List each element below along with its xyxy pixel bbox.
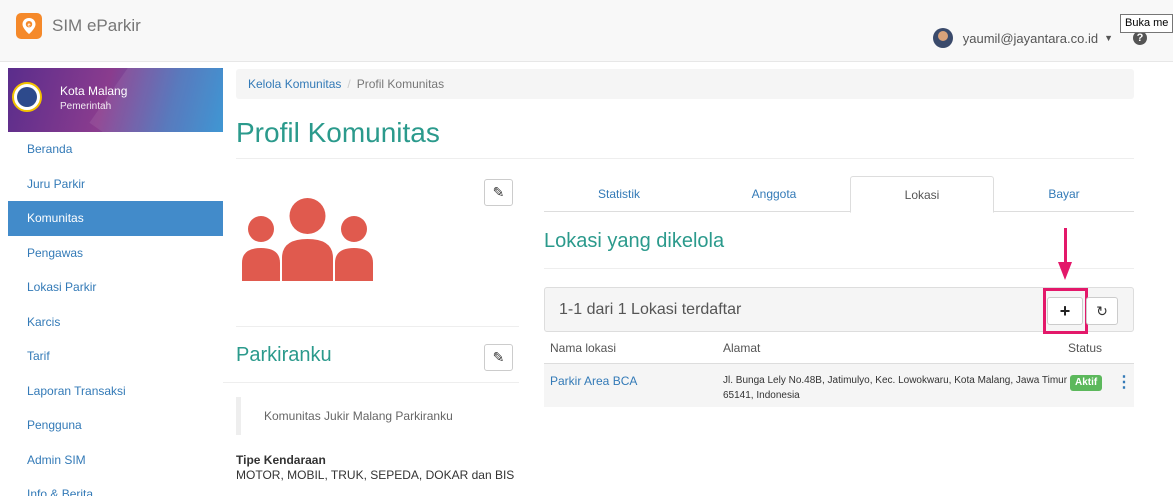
brand[interactable]: e SIM eParkir (16, 13, 141, 39)
refresh-button[interactable]: ↻ (1086, 297, 1118, 325)
divider (544, 268, 1134, 269)
breadcrumb-separator: / (347, 77, 351, 91)
sidebar-item-juru-parkir[interactable]: Juru Parkir (8, 167, 223, 202)
annotation-arrow (1064, 228, 1067, 264)
user-email: yaumil@jayantara.co.id (962, 30, 1099, 46)
sidebar-item-lokasi-parkir[interactable]: Lokasi Parkir (8, 270, 223, 305)
location-count: 1-1 dari 1 Lokasi terdaftar (559, 301, 742, 318)
edit-square-icon: ✎ (492, 349, 505, 365)
sidebar-item-pengguna[interactable]: Pengguna (8, 408, 223, 443)
divider (223, 382, 519, 383)
tab-anggota[interactable]: Anggota (699, 176, 849, 212)
vehicle-type-value: MOTOR, MOBIL, TRUK, SEPEDA, DOKAR dan BI… (236, 468, 515, 482)
location-name-link[interactable]: Parkir Area BCA (550, 374, 637, 388)
tab-lokasi[interactable]: Lokasi (850, 176, 994, 213)
column-header-status: Status (1068, 341, 1103, 355)
table-row: Parkir Area BCA Jl. Bunga Lely No.48B, J… (544, 363, 1134, 407)
location-pin-icon: e (16, 13, 42, 39)
sidebar: Kota Malang Pemerintah Beranda Juru Park… (0, 62, 223, 496)
breadcrumb-link-kelola-komunitas[interactable]: Kelola Komunitas (248, 77, 341, 91)
avatar (932, 28, 953, 48)
section-title: Lokasi yang dikelola (544, 230, 725, 252)
sidebar-item-info-berita[interactable]: Info & Berita (8, 477, 223, 496)
divider (236, 158, 1134, 159)
tab-statistik[interactable]: Statistik (544, 176, 694, 212)
divider (236, 326, 519, 327)
question-circle-icon[interactable]: ? (1133, 31, 1147, 45)
sidebar-item-karcis[interactable]: Karcis (8, 305, 223, 340)
sidebar-header: Kota Malang Pemerintah (8, 68, 223, 132)
tab-bayar[interactable]: Bayar (994, 176, 1134, 212)
user-menu[interactable]: yaumil@jayantara.co.id ▼ (932, 28, 1113, 48)
sidebar-menu: Beranda Juru Parkir Komunitas Pengawas L… (8, 132, 223, 496)
brand-name: SIM eParkir (52, 16, 141, 35)
sidebar-item-komunitas[interactable]: Komunitas (8, 201, 223, 236)
sidebar-item-admin-sim[interactable]: Admin SIM (8, 443, 223, 478)
kebab-menu-icon[interactable]: ⋮ (1116, 372, 1132, 392)
people-group-icon (242, 198, 373, 281)
community-name: Parkiranku (236, 344, 332, 366)
plus-icon: + (1059, 300, 1071, 321)
edit-photo-button[interactable]: ✎ (484, 179, 513, 206)
page-title: Profil Komunitas (236, 117, 440, 148)
city-emblem-icon (12, 82, 42, 112)
refresh-icon: ↻ (1096, 302, 1108, 319)
sidebar-title: Kota Malang (60, 84, 128, 98)
sidebar-subtitle: Pemerintah (60, 101, 112, 112)
sidebar-item-pengawas[interactable]: Pengawas (8, 236, 223, 271)
add-location-button[interactable]: + (1047, 297, 1083, 325)
top-navbar: e SIM eParkir yaumil@jayantara.co.id ▼ ? (0, 0, 1173, 62)
column-header-name: Nama lokasi (550, 341, 617, 355)
community-description: Komunitas Jukir Malang Parkiranku (236, 397, 519, 435)
column-header-address: Alamat (723, 341, 761, 355)
location-address: Jl. Bunga Lely No.48B, Jatimulyo, Kec. L… (723, 375, 1068, 401)
svg-text:e: e (27, 22, 30, 28)
tab-bar: Statistik Anggota Lokasi Bayar (544, 176, 1134, 213)
annotation-arrow-head (1058, 262, 1072, 280)
sidebar-item-beranda[interactable]: Beranda (8, 132, 223, 167)
caret-down-icon: ▼ (1104, 33, 1113, 43)
breadcrumb-current: Profil Komunitas (356, 77, 445, 91)
sidebar-item-tarif[interactable]: Tarif (8, 339, 223, 374)
edit-square-icon: ✎ (492, 184, 505, 200)
vehicle-type-label: Tipe Kendaraan (236, 453, 326, 467)
status-badge: Aktif (1070, 375, 1103, 391)
sidebar-item-laporan-transaksi[interactable]: Laporan Transaksi (8, 374, 223, 409)
tooltip: Buka me (1120, 14, 1173, 33)
breadcrumb: Kelola Komunitas / Profil Komunitas (236, 69, 1134, 99)
edit-profile-button[interactable]: ✎ (484, 344, 513, 371)
